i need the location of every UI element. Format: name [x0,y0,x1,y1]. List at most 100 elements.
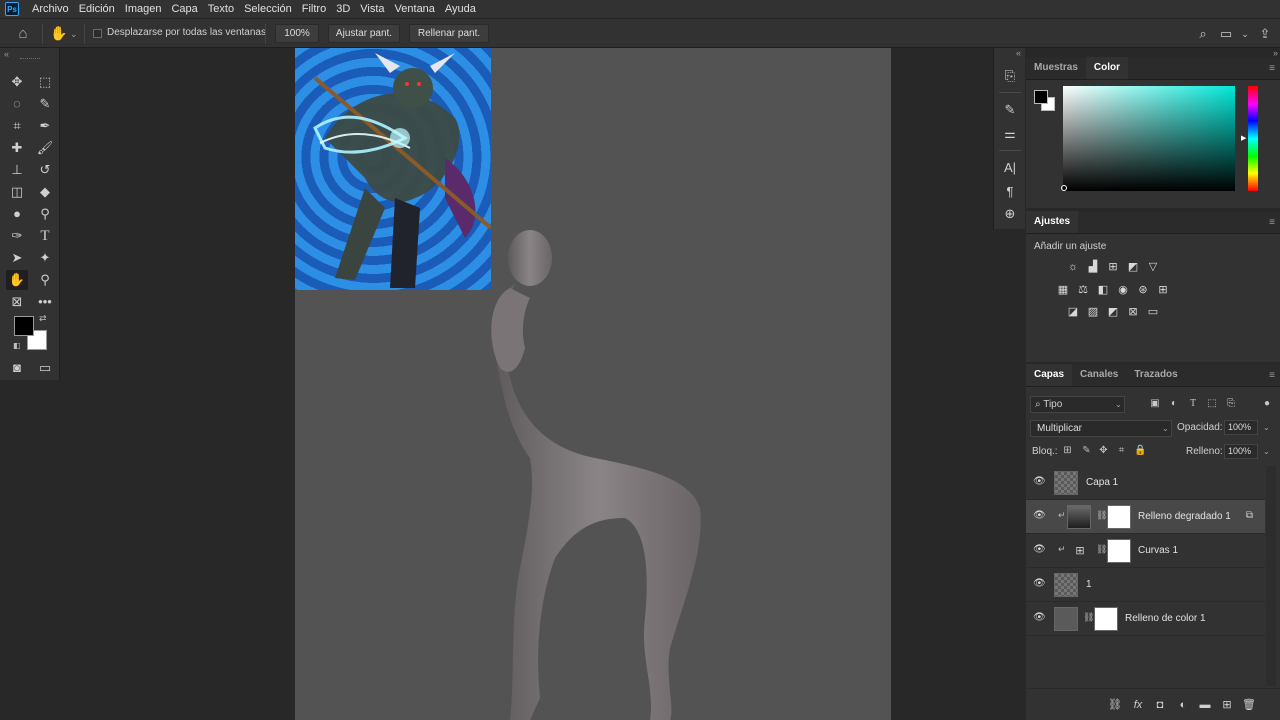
menu-archivo[interactable]: Archivo [27,0,74,18]
menu-seleccion[interactable]: Selección [239,0,297,18]
eye-icon[interactable]: 👁 [1033,510,1046,521]
screen-mode-icon[interactable]: ▭ [34,358,56,378]
collapse-arrows-icon[interactable]: « [1016,48,1021,58]
history-panel-icon[interactable]: ⎘ [1000,66,1020,86]
layer-name[interactable]: Curvas 1 [1138,545,1178,556]
chain-link-icon[interactable]: ⛓ [1083,612,1094,623]
zoom-tool-icon[interactable]: ⚲ [34,270,56,290]
layer-row[interactable]: 👁 Capa 1 [1026,466,1265,500]
filter-smart-object-icon[interactable]: ⎘ [1224,397,1238,411]
frame-tool-icon[interactable]: ⊠ [6,292,28,312]
layer-row[interactable]: 👁 ↵ ⛓ Relleno degradado 1 ⧉ [1026,500,1265,534]
color-foreground-swatch[interactable] [1034,90,1048,104]
menu-filtro[interactable]: Filtro [297,0,331,18]
hue-slider-marker[interactable]: ▶ [1241,134,1246,142]
tab-swatches[interactable]: Muestras [1026,57,1086,79]
glyphs-icon[interactable]: ⊕ [1000,204,1020,224]
threshold-icon[interactable]: ◩ [1105,304,1121,320]
default-colors-icon[interactable]: ◧ [13,341,21,350]
share-icon[interactable]: ⇪ [1256,25,1274,43]
menu-3d[interactable]: 3D [331,0,355,18]
paint-bucket-tool-icon[interactable]: ◆ [34,182,56,202]
eye-icon[interactable]: 👁 [1033,544,1046,555]
chevron-down-icon[interactable]: ⌄ [1263,423,1270,432]
selective-color-icon[interactable]: ⊠ [1125,304,1141,320]
panel-menu-icon[interactable]: ≡ [1269,63,1275,74]
pen-tool-icon[interactable]: ✑ [6,226,28,246]
collapse-arrows-icon[interactable]: « [4,49,9,59]
blur-tool-icon[interactable]: ● [6,204,28,224]
gradient-map-icon[interactable]: ▭ [1145,304,1161,320]
eraser-tool-icon[interactable]: ◫ [6,182,28,202]
panel-grip[interactable] [20,58,40,60]
properties-icon[interactable]: ⚌ [1000,124,1020,144]
menu-vista[interactable]: Vista [355,0,389,18]
chevron-down-icon[interactable]: ⌄ [70,25,78,43]
eye-icon[interactable]: 👁 [1033,578,1046,589]
trash-icon[interactable]: 🗑 [1241,697,1257,713]
layer-row[interactable]: 👁 ⛓ Relleno de color 1 [1026,602,1265,636]
eye-icon[interactable]: 👁 [1033,476,1046,487]
swap-colors-icon[interactable]: ⇄ [39,313,47,324]
layer-mask-thumbnail[interactable] [1107,539,1131,563]
menu-ventana[interactable]: Ventana [390,0,440,18]
quick-mask-icon[interactable]: ◙ [6,358,28,378]
hand-tool-preset-icon[interactable]: ✋ [50,24,68,42]
chain-link-icon[interactable]: ⛓ [1096,510,1107,521]
color-field[interactable] [1063,86,1235,191]
filter-pixel-icon[interactable]: ▣ [1148,397,1162,411]
custom-shape-tool-icon[interactable]: ✦ [34,248,56,268]
tab-channels[interactable]: Canales [1072,364,1126,386]
dodge-tool-icon[interactable]: ⚲ [34,204,56,224]
scroll-all-windows-checkbox[interactable] [93,29,102,38]
paragraph-icon[interactable]: ¶ [1000,182,1020,202]
levels-icon[interactable]: ▟ [1085,259,1101,275]
layer-name[interactable]: 1 [1086,579,1092,590]
brightness-contrast-icon[interactable]: ☼ [1065,259,1081,275]
menu-texto[interactable]: Texto [203,0,239,18]
fit-screen-button[interactable]: Ajustar pant. [328,24,400,43]
layer-name[interactable]: Relleno de color 1 [1125,613,1206,624]
hand-tool-icon[interactable]: ✋ [6,270,28,290]
tab-layers[interactable]: Capas [1026,364,1073,386]
color-field-marker[interactable] [1061,185,1067,191]
black-white-icon[interactable]: ◧ [1095,282,1111,298]
lock-all-icon[interactable]: 🔒 [1134,444,1147,457]
exposure-icon[interactable]: ◩ [1125,259,1141,275]
layer-filter-kind-select[interactable]: ⌕ Tipo [1030,396,1125,413]
home-icon[interactable]: ⌂ [14,25,32,43]
quick-selection-tool-icon[interactable]: ✎ [34,94,56,114]
new-layer-icon[interactable]: ⊞ [1219,697,1235,713]
eyedropper-tool-icon[interactable]: ✒ [34,116,56,136]
new-group-icon[interactable]: ▬ [1197,697,1213,713]
clone-stamp-tool-icon[interactable]: ⊥ [6,160,28,180]
filter-adjustment-icon[interactable]: ◐ [1167,397,1181,411]
eye-icon[interactable]: 👁 [1033,612,1046,623]
hue-slider[interactable] [1248,86,1258,191]
blend-mode-select[interactable]: Multiplicar [1030,420,1172,437]
layers-scrollbar[interactable] [1266,466,1276,686]
menu-ayuda[interactable]: Ayuda [440,0,481,18]
photo-filter-icon[interactable]: ◉ [1115,282,1131,298]
filter-shape-icon[interactable]: ⬚ [1205,397,1219,411]
move-tool-icon[interactable]: ✥ [6,72,28,92]
workspace-icon[interactable]: ▭ [1217,25,1235,43]
lock-position-icon[interactable]: ✥ [1097,444,1110,457]
opacity-field[interactable]: 100% [1224,420,1258,435]
collapse-arrows-icon[interactable]: » [1273,48,1278,58]
chevron-down-icon[interactable]: ⌄ [1263,447,1270,456]
chevron-down-icon[interactable]: ⌄ [1236,25,1254,43]
menu-imagen[interactable]: Imagen [120,0,167,18]
hue-saturation-icon[interactable]: ▦ [1055,282,1071,298]
more-tools-icon[interactable]: ••• [34,292,56,312]
panel-menu-icon[interactable]: ≡ [1269,370,1275,381]
crop-tool-icon[interactable]: ⌗ [6,116,28,136]
curves-icon[interactable]: ⊞ [1105,259,1121,275]
document-canvas[interactable] [295,48,891,720]
channel-mixer-icon[interactable]: ⊛ [1135,282,1151,298]
lasso-tool-icon[interactable]: ◌ [6,94,28,114]
tab-color[interactable]: Color [1085,57,1129,79]
layer-name[interactable]: Relleno degradado 1 [1138,511,1231,522]
layer-name[interactable]: Capa 1 [1086,477,1118,488]
color-balance-icon[interactable]: ⚖ [1075,282,1091,298]
